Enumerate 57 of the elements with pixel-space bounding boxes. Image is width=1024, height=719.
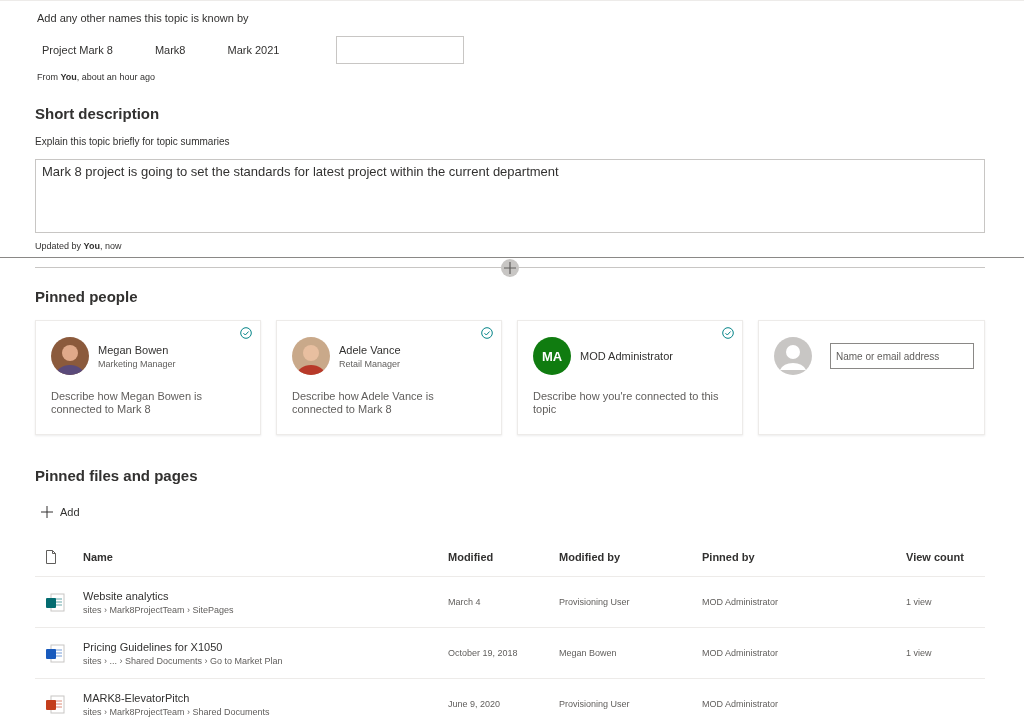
column-header[interactable]: Pinned by: [702, 551, 906, 563]
view-count: 1 view: [906, 597, 933, 607]
file-name[interactable]: Pricing Guidelines for X1050: [83, 640, 448, 653]
file-name[interactable]: Website analytics: [83, 589, 448, 602]
avatar-placeholder-icon: [774, 337, 812, 375]
modified-by: Megan Bowen: [559, 648, 618, 658]
modified-by: Provisioning User: [559, 699, 631, 709]
person-name[interactable]: Adele Vance: [339, 343, 401, 356]
field-hint: Explain this topic briefly for topic summaries: [35, 136, 231, 147]
connection-description[interactable]: Describe how you're connected to this topic: [533, 390, 727, 416]
alias-tag[interactable]: Project Mark 8: [37, 44, 118, 56]
file-path: sites › Mark8ProjectTeam › Shared Documents: [83, 706, 271, 717]
person-title: Marketing Manager: [98, 358, 176, 369]
modified-by: Provisioning User: [559, 597, 631, 607]
pinned-by: MOD Administrator: [702, 699, 780, 709]
edit-info: Updated by You, now: [35, 241, 123, 251]
column-header[interactable]: Modified by: [559, 551, 702, 563]
field-label: Add any other names this topic is known by: [37, 12, 250, 24]
document-icon: [45, 592, 65, 612]
section-heading: Pinned people: [35, 288, 139, 305]
modified-date: June 9, 2020: [448, 699, 502, 709]
section-heading: Pinned files and pages: [35, 467, 199, 484]
file-path: sites › ... › Shared Documents › Go to Market Plan: [83, 655, 284, 666]
add-section-icon[interactable]: [501, 259, 519, 277]
alias-tag[interactable]: Mark 2021: [222, 44, 285, 56]
connection-description[interactable]: Describe how Megan Bowen is connected to Mark 8: [51, 390, 245, 416]
edit-info: From You, about an hour ago: [37, 72, 156, 82]
verified-icon: [240, 327, 252, 339]
pinned-by: MOD Administrator: [702, 597, 780, 607]
person-name[interactable]: Megan Bowen: [98, 343, 176, 356]
column-header[interactable]: Modified: [448, 551, 559, 563]
pinned-by: MOD Administrator: [702, 648, 780, 658]
person-title: Retail Manager: [339, 358, 401, 369]
avatar-figure: [51, 337, 89, 375]
modified-date: October 19, 2018: [448, 648, 519, 658]
file-name[interactable]: MARK8-ElevatorPitch: [83, 691, 448, 704]
section-heading: Short description: [35, 105, 161, 122]
column-header[interactable]: View count: [906, 551, 985, 563]
modified-date: March 4: [448, 597, 482, 607]
view-count: 1 view: [906, 648, 933, 658]
alias-input[interactable]: [336, 36, 465, 64]
file-icon: [45, 550, 57, 564]
column-header[interactable]: Name: [83, 551, 448, 563]
person-name[interactable]: MOD Administrator: [580, 350, 673, 362]
person-search-field[interactable]: Name or email address: [830, 343, 974, 369]
connection-description[interactable]: Describe how Adele Vance is connected to Mark 8: [292, 390, 486, 416]
avatar-initials: MA: [533, 337, 571, 375]
document-icon: [45, 643, 65, 663]
plus-icon: [41, 506, 53, 518]
document-icon: [45, 694, 65, 714]
verified-icon: [481, 327, 493, 339]
avatar-figure: [292, 337, 330, 375]
add-button[interactable]: Add: [41, 506, 80, 518]
verified-icon: [722, 327, 734, 339]
file-path: sites › Mark8ProjectTeam › SitePages: [83, 604, 235, 615]
alias-tag[interactable]: Mark8: [149, 44, 191, 56]
description-field[interactable]: Mark 8 project is going to set the standards for latest project within the current department: [35, 159, 985, 233]
